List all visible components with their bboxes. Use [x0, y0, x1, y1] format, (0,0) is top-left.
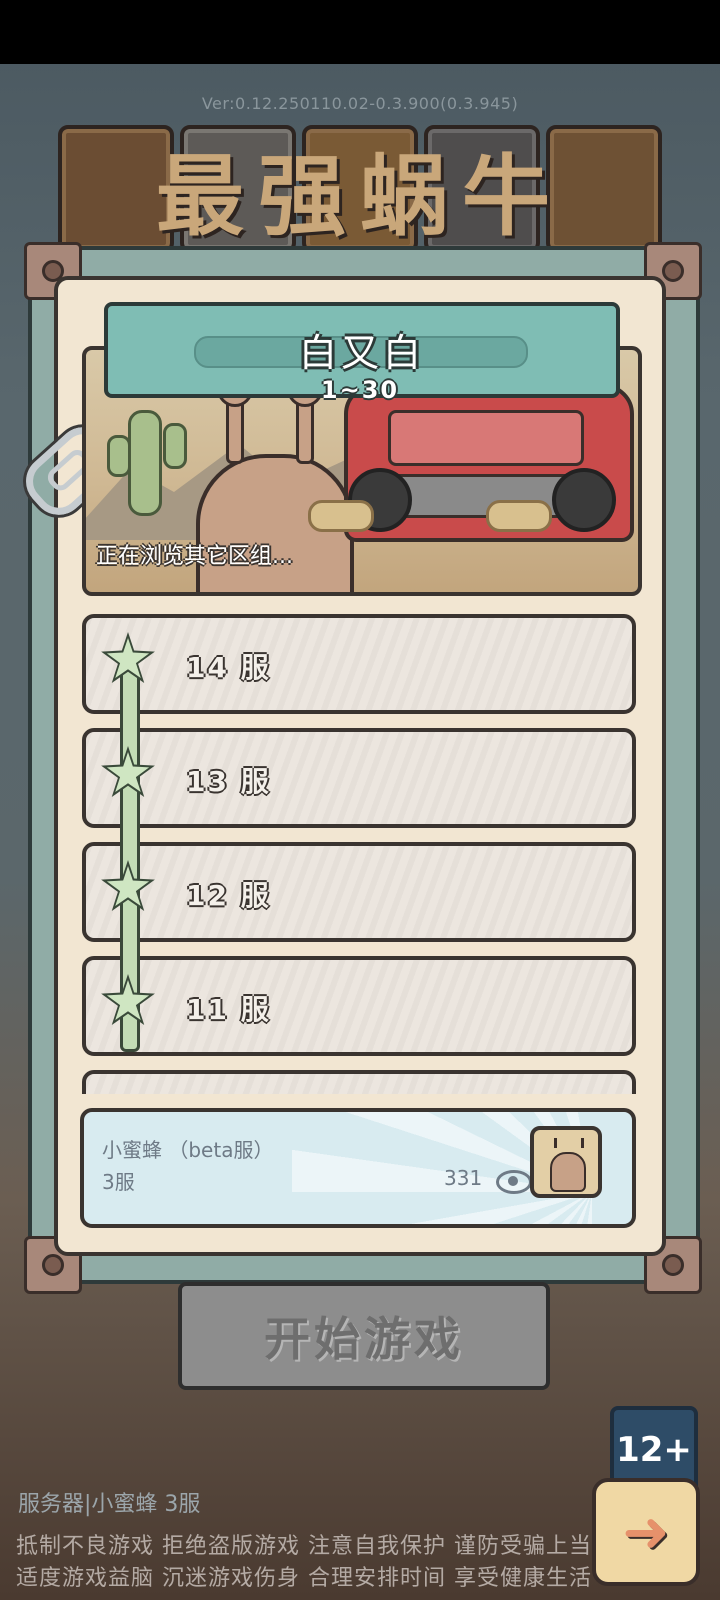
region-title: 白又白	[298, 331, 425, 375]
server-label: 13 服	[186, 765, 271, 798]
game-logo-text: 最强蜗牛	[155, 144, 564, 248]
server-status-text: 服务器|小蜜蜂 3服	[18, 1492, 201, 1517]
server-label: 14 服	[186, 651, 271, 684]
server-label: 12 服	[186, 879, 271, 912]
status-bar	[0, 0, 720, 64]
current-server-card[interactable]: 小蜜蜂 （beta服） 3服 331	[80, 1108, 636, 1228]
browsing-other-region-text: 正在浏览其它区组...	[96, 544, 293, 569]
health-notice-line2: 适度游戏益脑 沉迷游戏伤身 合理安排时间 享受健康生活	[16, 1566, 592, 1591]
arrow-right-icon[interactable]: ➜	[592, 1478, 700, 1586]
health-notice-line1: 抵制不良游戏 拒绝盗版游戏 注意自我保护 谨防受骗上当	[16, 1534, 592, 1559]
avatar-snail-icon[interactable]	[530, 1126, 602, 1198]
start-game-button[interactable]: 开始游戏	[178, 1282, 550, 1390]
server-label: 11 服	[186, 993, 271, 1026]
eye-icon	[496, 1170, 532, 1194]
server-item[interactable]: 12 服	[82, 842, 636, 942]
online-count: 331	[444, 1166, 483, 1190]
version-text: Ver:0.12.250110.02-0.3.900(0.3.945)	[201, 94, 519, 113]
game-logo: 最强蜗牛	[50, 124, 670, 254]
server-item[interactable]: 11 服	[82, 956, 636, 1056]
server-list[interactable]: 14 服 13 服 12 服 11 服	[80, 614, 636, 1094]
server-item[interactable]	[82, 1070, 636, 1094]
server-item[interactable]: 14 服	[82, 614, 636, 714]
server-item[interactable]: 13 服	[82, 728, 636, 828]
cactus-art	[107, 410, 187, 516]
region-range: 1~30	[320, 376, 400, 404]
current-server-name: 小蜜蜂 （beta服）	[102, 1138, 274, 1162]
current-server-number: 3服	[102, 1170, 135, 1194]
